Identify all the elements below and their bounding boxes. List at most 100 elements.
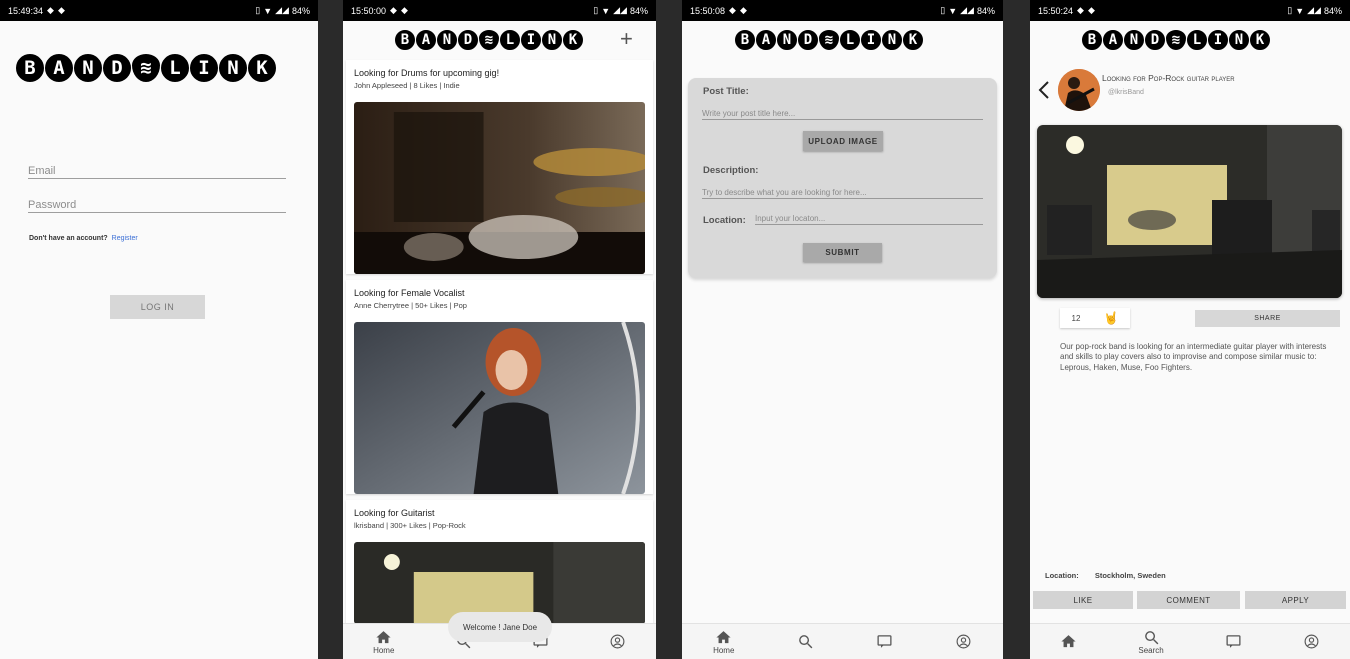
wifi-icon: ▼ — [263, 5, 273, 16]
logo-letter: B — [1082, 30, 1102, 50]
like-count: 12 — [1071, 313, 1081, 323]
vibrate-icon: ▯ — [255, 5, 261, 15]
logo-letter: A — [416, 30, 436, 50]
status-bar: 15:50:24 ◆ ◆ ▯ ▼ ◢◢ 84% — [1030, 0, 1350, 21]
snapchat-icon: ◆ — [47, 5, 54, 15]
post-detail-screen: 15:50:24 ◆ ◆ ▯ ▼ ◢◢ 84% B A N D ≋ L I N … — [1030, 0, 1350, 659]
nav-home[interactable] — [1060, 633, 1077, 650]
author-handle[interactable]: @lkrisBand — [1108, 89, 1144, 96]
post-title-input[interactable]: Write your post title here... — [702, 109, 983, 120]
nav-messages[interactable] — [1225, 633, 1242, 650]
location-input[interactable]: Input your locaton... — [755, 214, 983, 225]
home-icon — [1061, 635, 1077, 648]
wifi-icon: ▼ — [1295, 5, 1305, 16]
profile-icon — [610, 634, 625, 649]
logo-letter: N — [437, 30, 457, 50]
like-button[interactable]: LIKE — [1033, 591, 1133, 609]
nav-search[interactable] — [797, 633, 814, 650]
logo-letter: I — [861, 30, 881, 50]
logo-letter: I — [190, 54, 218, 82]
comment-button[interactable]: COMMENT — [1137, 591, 1240, 609]
logo-letter: N — [74, 54, 102, 82]
status-time: 15:50:00 — [351, 5, 387, 16]
logo-letter: K — [563, 30, 583, 50]
bandlink-logo: B A N D ≋ L I N K — [16, 54, 276, 82]
logo-letter: I — [521, 30, 541, 50]
logo-letter: L — [161, 54, 189, 82]
logo-letter: L — [1187, 30, 1207, 50]
rock-hand-icon: 🤘 — [1103, 311, 1119, 325]
wifi-icon: ▼ — [948, 5, 958, 16]
back-arrow-icon[interactable] — [1038, 80, 1050, 100]
post-meta: lkrisband | 300+ Likes | Pop-Rock — [354, 521, 466, 530]
logo-letter: N — [777, 30, 797, 50]
status-time: 15:50:08 — [690, 5, 726, 16]
battery-level: 84% — [291, 5, 310, 16]
create-post-form: Post Title: Write your post title here..… — [688, 78, 997, 278]
nav-profile[interactable] — [1303, 633, 1320, 650]
profile-icon — [956, 634, 971, 649]
post-image-stage — [1037, 125, 1342, 298]
vibrate-icon: ▯ — [940, 5, 946, 15]
post-card[interactable]: Looking for Female Vocalist Anne Cherryt… — [346, 280, 653, 494]
login-button[interactable]: LOG IN — [110, 295, 205, 319]
post-meta: John Appleseed | 8 Likes | Indie — [354, 81, 460, 90]
register-link[interactable]: Register — [112, 235, 138, 242]
upload-image-button[interactable]: UPLOAD IMAGE — [803, 131, 883, 151]
snapchat-icon: ◆ — [1077, 5, 1084, 15]
logo-letter: D — [103, 54, 131, 82]
guitar-pick-icon: ≋ — [819, 30, 839, 50]
register-prompt: Don't have an account? Register — [29, 235, 138, 242]
battery-level: 84% — [629, 5, 648, 16]
post-card[interactable]: Looking for Drums for upcoming gig! John… — [346, 60, 653, 274]
signal-icon: ◢◢ — [1307, 5, 1321, 15]
post-detail-title: Looking for Pop-Rock guitar player — [1102, 73, 1235, 83]
nav-search[interactable]: Search — [1138, 629, 1164, 655]
logo-letter: B — [16, 54, 44, 82]
welcome-toast: Welcome ! Jane Doe — [448, 612, 552, 642]
like-counter[interactable]: 12 🤘 — [1060, 308, 1130, 328]
description-input[interactable]: Try to describe what you are looking for… — [702, 188, 983, 199]
share-button[interactable]: SHARE — [1195, 310, 1340, 327]
search-icon — [1144, 630, 1158, 644]
nav-profile[interactable] — [609, 633, 626, 650]
nav-home-label: Home — [373, 645, 395, 655]
home-icon — [716, 630, 731, 643]
snapchat-icon: ◆ — [390, 5, 397, 15]
logo-letter: D — [798, 30, 818, 50]
post-meta: Anne Cherrytree | 50+ Likes | Pop — [354, 301, 467, 310]
avatar — [1058, 69, 1100, 111]
nav-profile[interactable] — [955, 633, 972, 650]
snapchat-icon: ◆ — [1087, 5, 1095, 15]
post-title: Looking for Drums for upcoming gig! — [354, 68, 500, 78]
logo-letter: I — [1208, 30, 1228, 50]
logo-letter: L — [500, 30, 520, 50]
status-bar: 15:50:08 ◆ ◆ ▯ ▼ ◢◢ 84% — [682, 0, 1003, 21]
logo-letter: N — [542, 30, 562, 50]
post-card[interactable]: Looking for Guitarist lkrisband | 300+ L… — [346, 500, 653, 624]
chat-icon — [877, 635, 892, 648]
logo-letter: D — [1145, 30, 1165, 50]
signal-icon: ◢◢ — [613, 5, 627, 15]
nav-messages[interactable] — [876, 633, 893, 650]
email-field[interactable]: Email — [28, 165, 286, 179]
nav-home[interactable]: Home — [373, 629, 394, 655]
snapchat-icon: ◆ — [729, 5, 736, 15]
password-field[interactable]: Password — [28, 199, 286, 213]
nav-search-label: Search — [1138, 645, 1164, 655]
nav-home[interactable]: Home — [713, 629, 734, 655]
add-post-icon[interactable]: + — [620, 26, 633, 52]
create-post-screen: 15:50:08 ◆ ◆ ▯ ▼ ◢◢ 84% B A N D ≋ L I N … — [682, 0, 1003, 659]
signal-icon: ◢◢ — [275, 5, 289, 15]
submit-button[interactable]: SUBMIT — [803, 243, 882, 262]
logo-letter: K — [903, 30, 923, 50]
apply-button[interactable]: APPLY — [1245, 591, 1346, 609]
logo-letter: A — [756, 30, 776, 50]
location-row: Location: Stockholm, Sweden — [1045, 571, 1166, 580]
bandlink-logo: B A N D ≋ L I N K — [735, 30, 923, 50]
no-account-text: Don't have an account? — [29, 235, 108, 242]
post-image-drummer — [354, 102, 645, 274]
snapchat-icon: ◆ — [57, 5, 65, 15]
profile-icon — [1304, 634, 1318, 649]
guitar-pick-icon: ≋ — [132, 54, 160, 82]
